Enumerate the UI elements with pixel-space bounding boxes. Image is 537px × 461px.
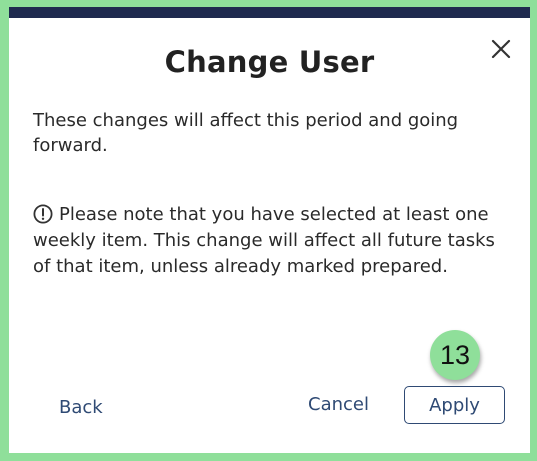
dialog-message: These changes will affect this period an…	[33, 110, 459, 156]
dialog-title: Change User	[164, 45, 375, 79]
apply-button[interactable]: Apply	[404, 386, 505, 424]
dialog-top-bar	[9, 7, 530, 18]
change-user-dialog: Change User These changes will affect th…	[9, 7, 530, 453]
info-circle-icon	[33, 204, 53, 224]
step-number-badge: 13	[430, 330, 480, 380]
cancel-button[interactable]: Cancel	[308, 394, 369, 415]
dialog-note-text: Please note that you have selected at le…	[33, 204, 495, 277]
screenshot-frame: Change User These changes will affect th…	[0, 0, 537, 461]
back-button[interactable]: Back	[59, 397, 103, 418]
dialog-note: Please note that you have selected at le…	[33, 202, 513, 280]
